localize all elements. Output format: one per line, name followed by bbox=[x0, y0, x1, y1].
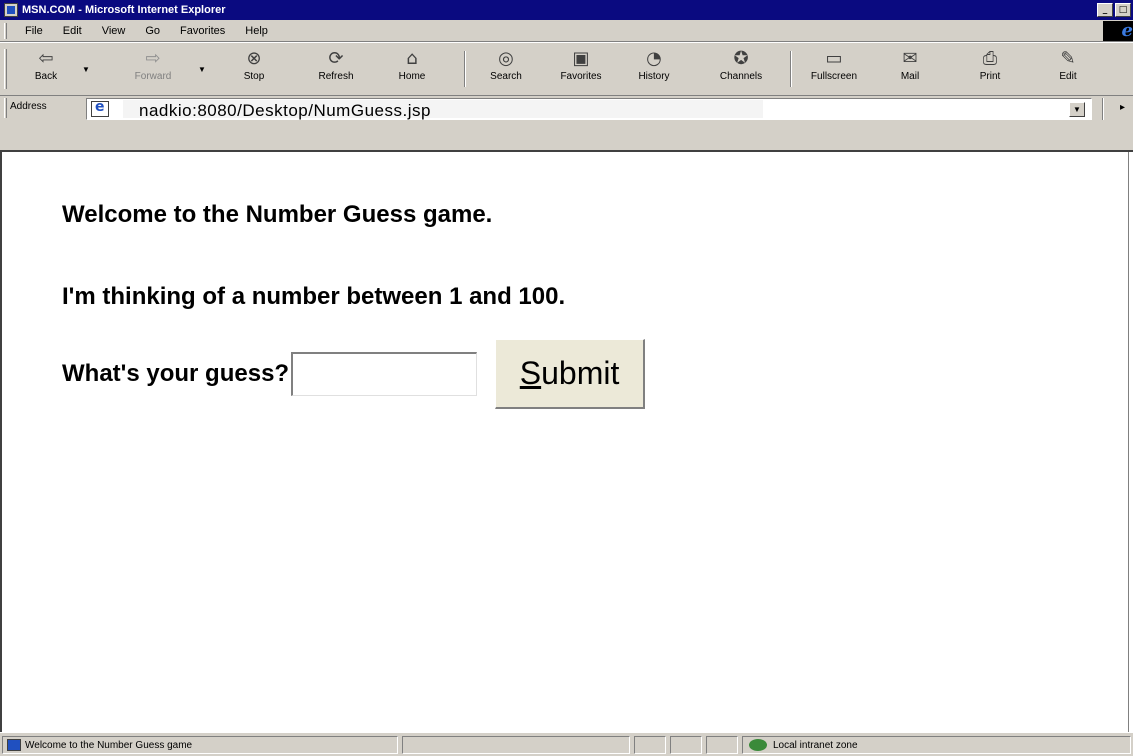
forward-button[interactable]: ⇨ Forward bbox=[128, 47, 178, 91]
welcome-heading: Welcome to the Number Guess game. bbox=[62, 201, 493, 228]
forward-arrow-icon: ⇨ bbox=[145, 47, 161, 69]
address-dropdown-icon[interactable]: ▼ bbox=[1069, 102, 1085, 117]
links-chevron-icon[interactable]: ▸ bbox=[1120, 102, 1125, 113]
toolbar-separator bbox=[790, 51, 792, 87]
mail-label: Mail bbox=[900, 71, 920, 82]
guess-label: What's your guess? bbox=[62, 360, 290, 387]
address-grip[interactable] bbox=[4, 98, 7, 118]
menu-file[interactable]: File bbox=[15, 25, 53, 37]
guess-input[interactable] bbox=[291, 352, 478, 396]
search-button[interactable]: ◎ Search bbox=[478, 47, 534, 91]
menu-help[interactable]: Help bbox=[235, 25, 278, 37]
history-icon: ◔ bbox=[646, 47, 662, 69]
intranet-zone-icon bbox=[749, 739, 767, 751]
channels-icon: ✪ bbox=[733, 47, 749, 69]
submit-accesskey: S bbox=[519, 355, 542, 391]
status-pane-small bbox=[634, 736, 666, 754]
toolbar-grip[interactable] bbox=[4, 49, 7, 89]
thinking-text: I'm thinking of a number between 1 and 1… bbox=[62, 283, 566, 310]
back-arrow-icon: ⇦ bbox=[38, 47, 54, 69]
menu-favorites[interactable]: Favorites bbox=[170, 25, 235, 37]
status-message: Welcome to the Number Guess game bbox=[25, 739, 193, 751]
back-dropdown-icon[interactable]: ▼ bbox=[82, 65, 90, 74]
status-bar: Welcome to the Number Guess game Local i… bbox=[0, 732, 1133, 756]
channels-button[interactable]: ✪ Channels bbox=[706, 47, 776, 91]
address-bar: Address nadkio:8080/Desktop/NumGuess.jsp… bbox=[0, 96, 1133, 152]
scrollbar[interactable] bbox=[1128, 152, 1133, 732]
stop-button[interactable]: ⊗ Stop bbox=[232, 47, 276, 91]
home-icon: ⌂ bbox=[406, 47, 418, 69]
menu-bar: File Edit View Go Favorites Help e bbox=[0, 20, 1133, 42]
browser-window: MSN.COM - Microsoft Internet Explorer _ … bbox=[0, 0, 1133, 756]
channels-label: Channels bbox=[719, 71, 763, 82]
edit-label: Edit bbox=[1059, 71, 1077, 82]
minimize-button[interactable]: _ bbox=[1097, 3, 1113, 17]
url-input[interactable]: nadkio:8080/Desktop/NumGuess.jsp bbox=[139, 101, 431, 121]
page-status-icon bbox=[7, 739, 21, 751]
mail-icon: ✉ bbox=[902, 47, 918, 69]
favorites-icon: ▣ bbox=[572, 47, 590, 69]
status-pane-small bbox=[670, 736, 702, 754]
refresh-icon: ⟳ bbox=[328, 47, 344, 69]
status-zone-pane: Local intranet zone bbox=[742, 736, 1131, 754]
maximize-button[interactable]: □ bbox=[1115, 3, 1131, 17]
status-message-pane: Welcome to the Number Guess game bbox=[2, 736, 398, 754]
standard-toolbar: ⇦ Back ▼ ⇨ Forward ▼ ⊗ Stop ⟳ Refresh ⌂ … bbox=[0, 42, 1133, 96]
stop-label: Stop bbox=[243, 71, 265, 82]
home-button[interactable]: ⌂ Home bbox=[390, 47, 434, 91]
guess-form: What's your guess? Submit bbox=[62, 339, 646, 409]
refresh-label: Refresh bbox=[318, 71, 354, 82]
address-field[interactable]: nadkio:8080/Desktop/NumGuess.jsp ▼ bbox=[86, 98, 1092, 120]
menu-grip[interactable] bbox=[4, 22, 7, 39]
links-separator bbox=[1102, 98, 1104, 120]
title-bar[interactable]: MSN.COM - Microsoft Internet Explorer _ … bbox=[0, 0, 1133, 20]
favorites-button[interactable]: ▣ Favorites bbox=[550, 47, 612, 91]
print-button[interactable]: ⎙ Print bbox=[970, 47, 1010, 91]
mail-button[interactable]: ✉ Mail bbox=[890, 47, 930, 91]
forward-label: Forward bbox=[134, 71, 172, 82]
address-label: Address bbox=[10, 101, 47, 112]
edit-button[interactable]: ✎ Edit bbox=[1050, 47, 1086, 91]
history-label: History bbox=[638, 71, 670, 82]
status-pane-small bbox=[706, 736, 738, 754]
submit-button[interactable]: Submit bbox=[495, 339, 646, 409]
menu-view[interactable]: View bbox=[92, 25, 136, 37]
menu-go[interactable]: Go bbox=[135, 25, 170, 37]
fullscreen-button[interactable]: ▭ Fullscreen bbox=[796, 47, 872, 91]
print-icon: ⎙ bbox=[982, 47, 998, 69]
forward-dropdown-icon[interactable]: ▼ bbox=[198, 65, 206, 74]
fullscreen-icon: ▭ bbox=[825, 47, 843, 69]
fullscreen-label: Fullscreen bbox=[810, 71, 858, 82]
window-title: MSN.COM - Microsoft Internet Explorer bbox=[22, 4, 226, 16]
stop-icon: ⊗ bbox=[246, 47, 262, 69]
print-label: Print bbox=[979, 71, 1001, 82]
refresh-button[interactable]: ⟳ Refresh bbox=[306, 47, 366, 91]
search-icon: ◎ bbox=[498, 47, 514, 69]
back-button[interactable]: ⇦ Back bbox=[26, 47, 66, 91]
ie-app-icon[interactable] bbox=[4, 3, 18, 17]
back-label: Back bbox=[34, 71, 58, 82]
home-label: Home bbox=[398, 71, 426, 82]
submit-label: ubmit bbox=[541, 355, 620, 391]
zone-label: Local intranet zone bbox=[773, 739, 858, 751]
toolbar-separator bbox=[464, 51, 466, 87]
page-content: Welcome to the Number Guess game. I'm th… bbox=[0, 152, 1128, 732]
window-controls: _ □ bbox=[1097, 3, 1131, 17]
search-label: Search bbox=[490, 71, 522, 82]
status-progress-pane bbox=[402, 736, 630, 754]
menu-edit[interactable]: Edit bbox=[53, 25, 92, 37]
page-icon bbox=[91, 99, 109, 117]
history-button[interactable]: ◔ History bbox=[628, 47, 680, 91]
favorites-label: Favorites bbox=[560, 71, 602, 82]
ie-throbber-icon: e bbox=[1103, 21, 1133, 41]
edit-icon: ✎ bbox=[1060, 47, 1076, 69]
